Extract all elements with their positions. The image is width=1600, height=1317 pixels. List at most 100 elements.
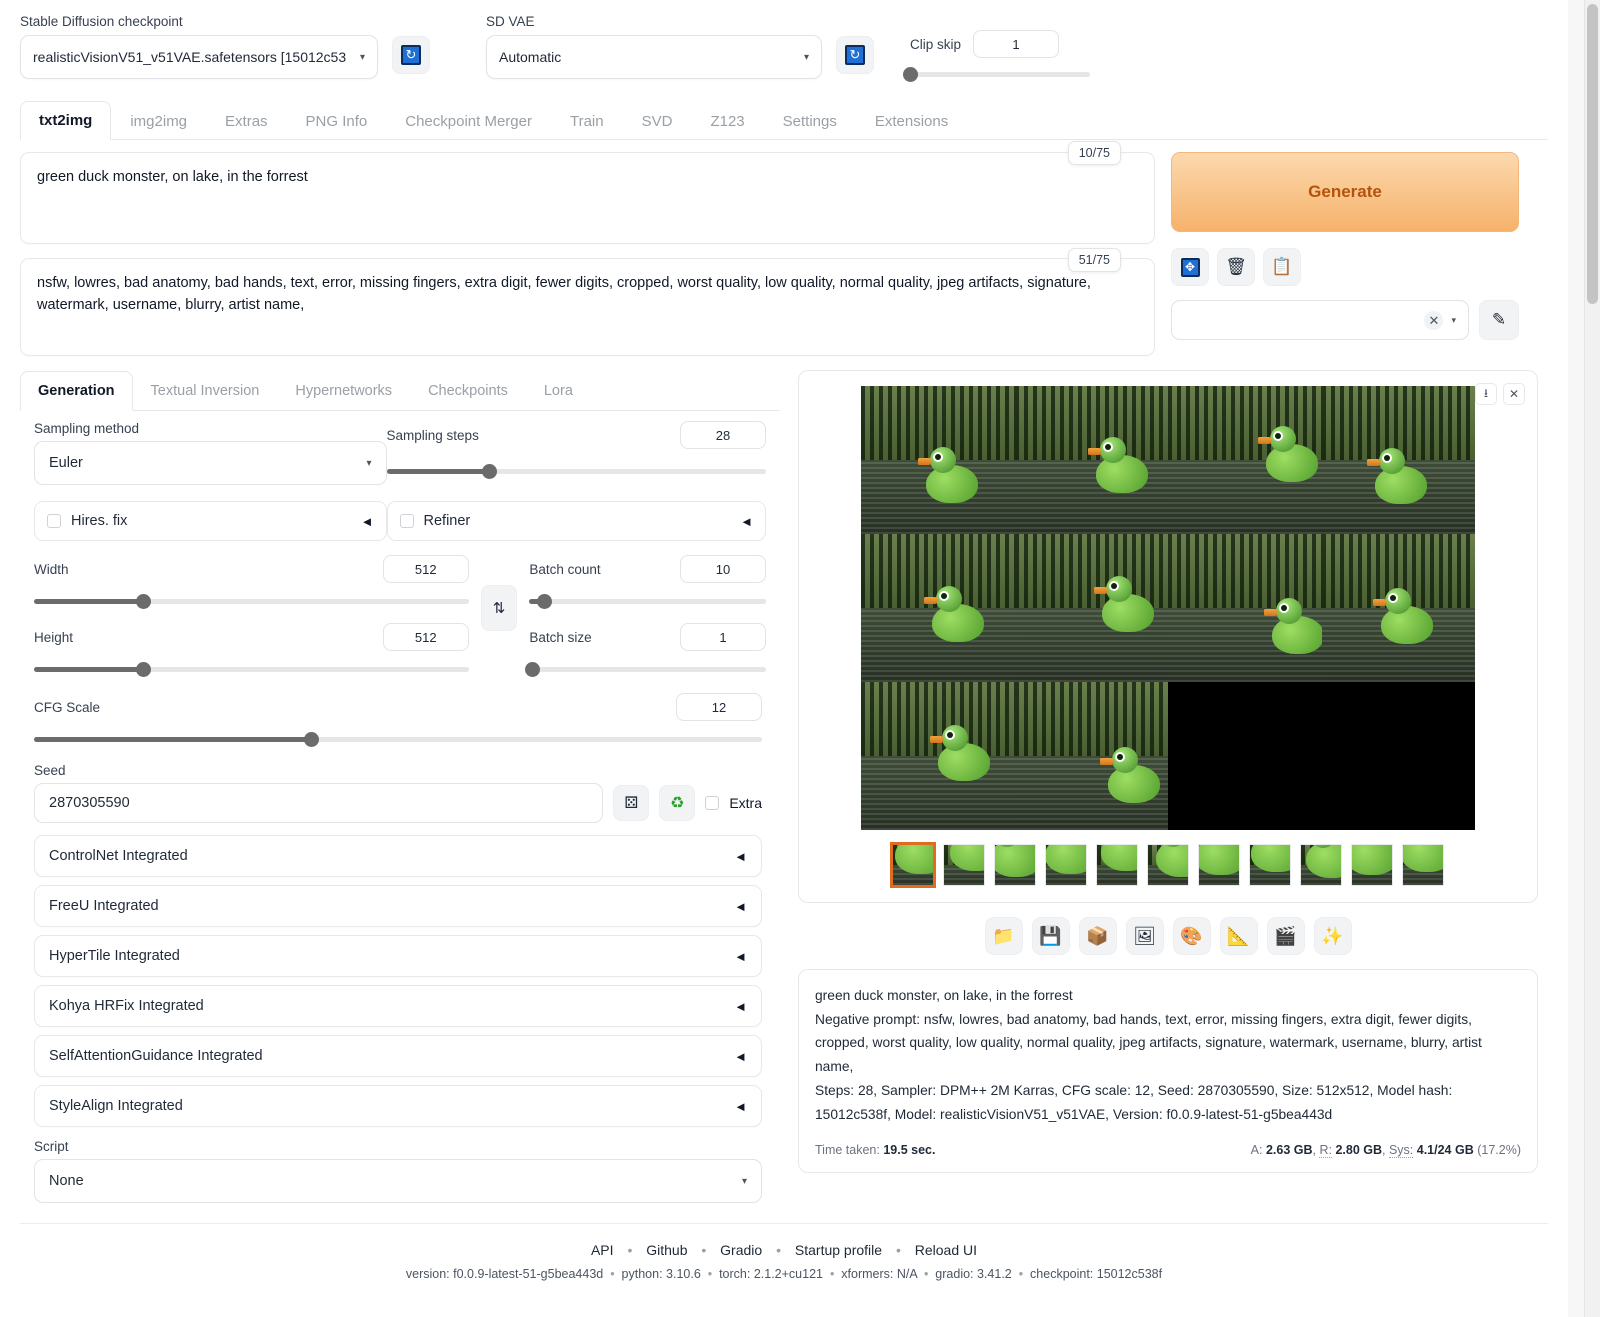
tab-img2img[interactable]: img2img <box>111 102 206 140</box>
cfg-scale-slider[interactable] <box>34 731 762 747</box>
chevron-left-icon[interactable]: ◄ <box>740 514 753 529</box>
open-folder-icon[interactable]: 📁 <box>984 917 1023 955</box>
send-to-img2img-icon[interactable]: 🖼 <box>1125 917 1164 955</box>
tab-train[interactable]: Train <box>551 102 623 140</box>
accordion-hypertile[interactable]: HyperTile Integrated ◄ <box>34 935 762 977</box>
thumbnail-selected[interactable] <box>890 842 936 888</box>
thumbnail[interactable] <box>1249 844 1291 886</box>
download-icon[interactable]: ⭳ <box>1475 383 1497 405</box>
positive-prompt-input[interactable]: green duck monster, on lake, in the forr… <box>20 152 1155 244</box>
footer-link-startup-profile[interactable]: Startup profile <box>795 1242 882 1258</box>
tab-txt2img[interactable]: txt2img <box>20 101 112 140</box>
accordion-freeu[interactable]: FreeU Integrated ◄ <box>34 885 762 927</box>
save-zip-icon[interactable]: 📦 <box>1078 917 1117 955</box>
tab-z123[interactable]: Z123 <box>691 102 763 140</box>
restore-progress-icon[interactable]: ✥ <box>1171 248 1209 286</box>
gallery-image-cell[interactable] <box>861 386 1015 534</box>
generate-button[interactable]: Generate <box>1171 152 1519 232</box>
refresh-vae-button[interactable]: ↻ <box>836 36 874 74</box>
tab-hypernetworks[interactable]: Hypernetworks <box>277 371 410 411</box>
chevron-left-icon[interactable]: ◄ <box>734 949 747 964</box>
close-icon[interactable]: ✕ <box>1503 383 1525 405</box>
thumbnail[interactable] <box>1096 844 1138 886</box>
recycle-icon[interactable]: ♻ <box>659 785 696 821</box>
slider-knob[interactable] <box>524 662 540 677</box>
slider-knob[interactable] <box>303 732 319 747</box>
thumbnail[interactable] <box>943 844 985 886</box>
gallery-image-cell[interactable] <box>1014 682 1168 830</box>
extra-seed-checkbox[interactable] <box>705 796 720 810</box>
slider-knob[interactable] <box>135 662 151 677</box>
accordion-stylealign[interactable]: StyleAlign Integrated ◄ <box>34 1085 762 1127</box>
slider-knob[interactable] <box>536 594 552 609</box>
slider-knob[interactable] <box>481 464 497 479</box>
footer-link-gradio[interactable]: Gradio <box>720 1242 762 1258</box>
tab-svd[interactable]: SVD <box>623 102 692 140</box>
gallery-image-cell[interactable] <box>1168 534 1322 682</box>
height-input[interactable]: 512 <box>382 623 469 651</box>
gallery-image-cell[interactable] <box>1321 386 1475 534</box>
image-grid[interactable] <box>861 386 1475 830</box>
batch-size-slider[interactable] <box>524 661 766 677</box>
thumbnail[interactable] <box>1300 844 1342 886</box>
accordion-controlnet[interactable]: ControlNet Integrated ◄ <box>34 835 762 877</box>
gallery-image-cell[interactable] <box>1014 386 1168 534</box>
height-slider[interactable] <box>34 661 469 677</box>
send-to-extras-icon[interactable]: 📐 <box>1219 917 1258 955</box>
refresh-checkpoint-button[interactable]: ↻ <box>392 36 430 74</box>
checkpoint-select[interactable]: realisticVisionV51_v51VAE.safetensors [1… <box>20 35 378 79</box>
batch-count-slider[interactable] <box>529 593 766 609</box>
clip-skip-input[interactable]: 1 <box>973 30 1060 58</box>
dice-icon[interactable]: ⚄ <box>613 785 650 821</box>
clipboard-icon[interactable]: 📋 <box>1263 248 1301 286</box>
thumbnail[interactable] <box>994 844 1036 886</box>
footer-link-github[interactable]: Github <box>646 1242 687 1258</box>
refiner-accordion[interactable]: Refiner ◄ <box>386 501 766 541</box>
footer-link-reload-ui[interactable]: Reload UI <box>915 1242 977 1258</box>
trash-icon[interactable]: 🗑 <box>1217 248 1255 286</box>
chevron-left-icon[interactable]: ◄ <box>361 514 374 529</box>
tab-textual-inversion[interactable]: Textual Inversion <box>133 371 278 411</box>
tab-extensions[interactable]: Extensions <box>856 102 967 140</box>
gallery-image-cell[interactable] <box>1014 534 1168 682</box>
pencil-icon[interactable]: ✎ <box>1479 300 1519 340</box>
vae-select[interactable]: Automatic ▾ <box>486 35 822 79</box>
swap-dimensions-icon[interactable]: ⇅ <box>480 585 518 631</box>
thumbnail[interactable] <box>1351 844 1393 886</box>
thumbnail[interactable] <box>1198 844 1240 886</box>
clip-skip-slider[interactable] <box>903 66 1090 82</box>
tab-settings[interactable]: Settings <box>764 102 856 140</box>
gallery-image-cell[interactable] <box>1168 682 1322 830</box>
tab-png-info[interactable]: PNG Info <box>287 102 387 140</box>
tab-generation[interactable]: Generation <box>20 371 133 411</box>
gallery-image-cell[interactable] <box>1321 534 1475 682</box>
gallery-image-cell[interactable] <box>1321 682 1475 830</box>
page-scrollbar[interactable] <box>1584 0 1600 1317</box>
scrollbar-thumb[interactable] <box>1587 4 1598 304</box>
chevron-left-icon[interactable]: ◄ <box>734 849 747 864</box>
width-slider[interactable] <box>34 593 469 609</box>
close-icon[interactable]: ✕ <box>1424 310 1444 330</box>
sampling-steps-slider[interactable] <box>386 463 766 479</box>
gallery-image-cell[interactable] <box>1168 386 1322 534</box>
negative-prompt-input[interactable]: nsfw, lowres, bad anatomy, bad hands, te… <box>20 258 1155 356</box>
gallery-image-cell[interactable] <box>861 534 1015 682</box>
tab-checkpoint-merger[interactable]: Checkpoint Merger <box>386 102 551 140</box>
save-icon[interactable]: 💾 <box>1031 917 1070 955</box>
refiner-checkbox[interactable] <box>399 514 414 528</box>
chevron-left-icon[interactable]: ◄ <box>734 1049 747 1064</box>
footer-link-api[interactable]: API <box>591 1242 614 1258</box>
accordion-kohya-hrfix[interactable]: Kohya HRFix Integrated ◄ <box>34 985 762 1027</box>
send-to-z123-icon[interactable]: ✨ <box>1313 917 1352 955</box>
styles-select[interactable]: ✕ ▾ <box>1171 300 1469 340</box>
slider-knob[interactable] <box>135 594 151 609</box>
sampling-method-select[interactable]: Euler ▾ <box>34 441 387 485</box>
thumbnail-strip[interactable] <box>809 830 1527 892</box>
chevron-left-icon[interactable]: ◄ <box>734 999 747 1014</box>
accordion-self-attention-guidance[interactable]: SelfAttentionGuidance Integrated ◄ <box>34 1035 762 1077</box>
tab-lora[interactable]: Lora <box>526 371 591 411</box>
send-to-svd-icon[interactable]: 🎬 <box>1266 917 1305 955</box>
batch-count-input[interactable]: 10 <box>679 555 766 583</box>
gallery-image-cell[interactable] <box>861 682 1015 830</box>
cfg-scale-input[interactable]: 12 <box>676 693 762 721</box>
